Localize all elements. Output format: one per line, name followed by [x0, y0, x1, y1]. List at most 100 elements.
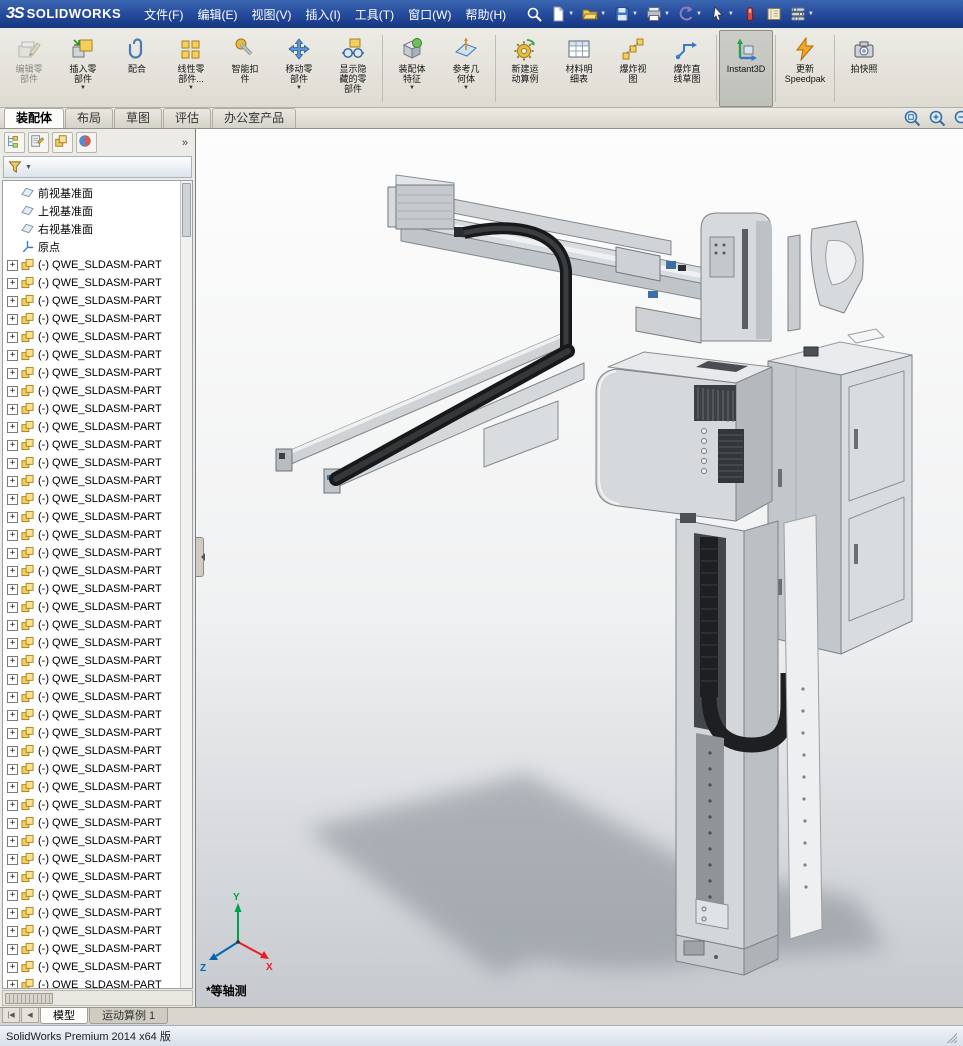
tree-item-part[interactable]: + (-) QWE_SLDASM-PART	[3, 382, 181, 400]
tree-item-part[interactable]: + (-) QWE_SLDASM-PART	[3, 400, 181, 418]
mgr-display-tab[interactable]	[76, 132, 97, 153]
tree-item-part[interactable]: + (-) QWE_SLDASM-PART	[3, 346, 181, 364]
panel-collapse-button[interactable]: »	[179, 137, 191, 149]
expand-icon[interactable]: +	[7, 728, 18, 739]
options-button[interactable]: ▼	[787, 4, 817, 24]
tree-item-part[interactable]: + (-) QWE_SLDASM-PART	[3, 904, 181, 922]
expand-icon[interactable]: +	[7, 332, 18, 343]
expand-icon[interactable]: +	[7, 764, 18, 775]
select-button[interactable]: ▼	[707, 4, 737, 24]
tab-办公室产品[interactable]: 办公室产品	[212, 108, 296, 128]
scrollbar-thumb[interactable]	[182, 183, 191, 237]
tree-item-part[interactable]: + (-) QWE_SLDASM-PART	[3, 292, 181, 310]
tree-item-part[interactable]: + (-) QWE_SLDASM-PART	[3, 526, 181, 544]
print-button[interactable]: ▼	[643, 4, 673, 24]
ribbon-button-linear-component-pattern[interactable]: 线性零部件... ▼	[164, 30, 218, 107]
tree-item-part[interactable]: + (-) QWE_SLDASM-PART	[3, 688, 181, 706]
expand-icon[interactable]: +	[7, 620, 18, 631]
save-button[interactable]: ▼	[611, 4, 641, 24]
expand-icon[interactable]: +	[7, 872, 18, 883]
expand-icon[interactable]: +	[7, 926, 18, 937]
tree-item-part[interactable]: + (-) QWE_SLDASM-PART	[3, 850, 181, 868]
zoom-area-button[interactable]	[903, 109, 921, 127]
menu-item-1[interactable]: 编辑(E)	[190, 2, 244, 27]
expand-icon[interactable]: +	[7, 908, 18, 919]
tree-filter-bar[interactable]: ▼	[3, 156, 192, 178]
menu-item-0[interactable]: 文件(F)	[137, 2, 190, 27]
rebuild-button[interactable]	[739, 4, 761, 24]
tree-item-part[interactable]: + (-) QWE_SLDASM-PART	[3, 670, 181, 688]
expand-icon[interactable]: +	[7, 800, 18, 811]
open-button[interactable]: ▼	[579, 4, 609, 24]
expand-icon[interactable]: +	[7, 818, 18, 829]
ribbon-button-exploded-view[interactable]: 爆炸视图	[606, 30, 660, 107]
undo-button[interactable]: ▼	[675, 4, 705, 24]
menu-item-4[interactable]: 工具(T)	[348, 2, 401, 27]
expand-icon[interactable]: +	[7, 746, 18, 757]
tree-item-part[interactable]: + (-) QWE_SLDASM-PART	[3, 364, 181, 382]
expand-icon[interactable]: +	[7, 854, 18, 865]
expand-icon[interactable]: +	[7, 530, 18, 541]
tree-item-plane[interactable]: 上视基准面	[3, 202, 181, 220]
ribbon-button-reference-geometry[interactable]: 参考几何体 ▼	[439, 30, 493, 107]
tree-item-origin[interactable]: 原点	[3, 238, 181, 256]
tab-装配体[interactable]: 装配体	[4, 108, 64, 128]
tree-horizontal-scrollbar[interactable]	[2, 990, 193, 1006]
expand-icon[interactable]: +	[7, 458, 18, 469]
tree-item-part[interactable]: + (-) QWE_SLDASM-PART	[3, 418, 181, 436]
ribbon-button-move-component[interactable]: 移动零部件 ▼	[272, 30, 326, 107]
expand-icon[interactable]: +	[7, 890, 18, 901]
expand-icon[interactable]: +	[7, 404, 18, 415]
expand-icon[interactable]: +	[7, 476, 18, 487]
expand-icon[interactable]: +	[7, 638, 18, 649]
tree-item-part[interactable]: + (-) QWE_SLDASM-PART	[3, 958, 181, 976]
tree-item-plane[interactable]: 右视基准面	[3, 220, 181, 238]
search-button[interactable]	[523, 4, 545, 24]
mgr-config-tab[interactable]	[52, 132, 73, 153]
tree-item-part[interactable]: + (-) QWE_SLDASM-PART	[3, 274, 181, 292]
tree-vertical-scrollbar[interactable]	[180, 181, 192, 988]
tree-item-part[interactable]: + (-) QWE_SLDASM-PART	[3, 724, 181, 742]
expand-icon[interactable]: +	[7, 656, 18, 667]
doc-tab-0[interactable]: 模型	[40, 1008, 88, 1024]
ribbon-button-take-snapshot[interactable]: 拍快照	[837, 30, 891, 107]
expand-icon[interactable]: +	[7, 584, 18, 595]
tree-item-part[interactable]: + (-) QWE_SLDASM-PART	[3, 652, 181, 670]
panel-splitter-handle[interactable]	[196, 537, 204, 577]
ribbon-button-edit-component[interactable]: 编辑零部件	[2, 30, 56, 107]
expand-icon[interactable]: +	[7, 494, 18, 505]
tree-item-part[interactable]: + (-) QWE_SLDASM-PART	[3, 490, 181, 508]
ribbon-button-new-motion-study[interactable]: 新建运动算例	[498, 30, 552, 107]
resize-grip-icon[interactable]	[944, 1030, 957, 1043]
tree-item-part[interactable]: + (-) QWE_SLDASM-PART	[3, 814, 181, 832]
expand-icon[interactable]: +	[7, 422, 18, 433]
scrollbar-thumb[interactable]	[5, 993, 53, 1004]
expand-icon[interactable]: +	[7, 512, 18, 523]
zoom-fit-button[interactable]	[928, 109, 946, 127]
expand-icon[interactable]: +	[7, 278, 18, 289]
tree-item-part[interactable]: + (-) QWE_SLDASM-PART	[3, 940, 181, 958]
expand-icon[interactable]: +	[7, 314, 18, 325]
expand-icon[interactable]: +	[7, 836, 18, 847]
expand-icon[interactable]: +	[7, 980, 18, 989]
tree-item-plane[interactable]: 前视基准面	[3, 184, 181, 202]
scroll-prev-button[interactable]: ◀	[21, 1008, 39, 1023]
tree-item-part[interactable]: + (-) QWE_SLDASM-PART	[3, 796, 181, 814]
tree-item-part[interactable]: + (-) QWE_SLDASM-PART	[3, 256, 181, 274]
expand-icon[interactable]: +	[7, 260, 18, 271]
expand-icon[interactable]: +	[7, 386, 18, 397]
menu-item-3[interactable]: 插入(I)	[298, 2, 347, 27]
tree-item-part[interactable]: + (-) QWE_SLDASM-PART	[3, 976, 181, 988]
tab-评估[interactable]: 评估	[163, 108, 211, 128]
ribbon-button-explode-line-sketch[interactable]: 爆炸直线草图	[660, 30, 714, 107]
expand-icon[interactable]: +	[7, 350, 18, 361]
tree-item-part[interactable]: + (-) QWE_SLDASM-PART	[3, 508, 181, 526]
expand-icon[interactable]: +	[7, 566, 18, 577]
expand-icon[interactable]: +	[7, 440, 18, 451]
tree-item-part[interactable]: + (-) QWE_SLDASM-PART	[3, 868, 181, 886]
expand-icon[interactable]: +	[7, 296, 18, 307]
tree-item-part[interactable]: + (-) QWE_SLDASM-PART	[3, 310, 181, 328]
tree-item-part[interactable]: + (-) QWE_SLDASM-PART	[3, 562, 181, 580]
tree-item-part[interactable]: + (-) QWE_SLDASM-PART	[3, 742, 181, 760]
tree-item-part[interactable]: + (-) QWE_SLDASM-PART	[3, 922, 181, 940]
